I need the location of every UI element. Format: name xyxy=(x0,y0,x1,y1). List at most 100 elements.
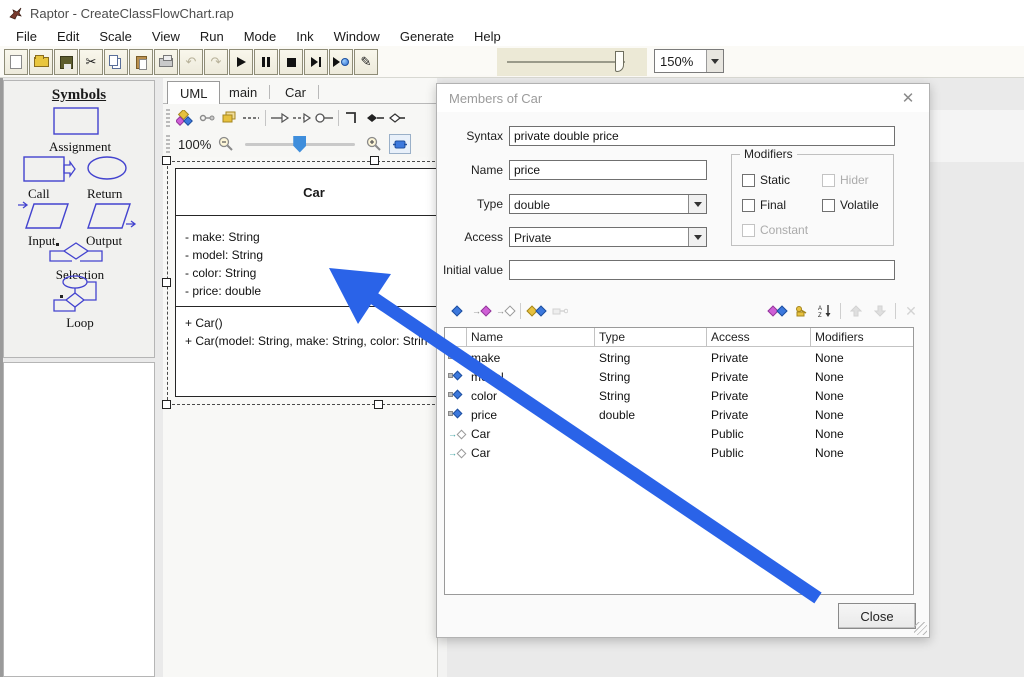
dashes-button[interactable] xyxy=(240,108,262,128)
modifiers-column-header[interactable]: Modifiers xyxy=(811,328,913,347)
canvas-zoom-slider[interactable] xyxy=(245,135,356,153)
type-column-header[interactable]: Type xyxy=(595,328,707,347)
attribute-line: - model: String xyxy=(185,248,264,262)
new-class-button[interactable] xyxy=(174,108,196,128)
constructor-row-icon: → xyxy=(448,448,467,458)
dialog-header[interactable]: Members of Car ✕ xyxy=(437,84,929,112)
loop-symbol[interactable] xyxy=(50,275,100,313)
menu-scale[interactable]: Scale xyxy=(89,27,142,46)
selection-handle-top-left[interactable] xyxy=(162,156,171,165)
type-combobox[interactable]: double xyxy=(509,194,707,214)
selection-handle-bottom-left[interactable] xyxy=(162,400,171,409)
assignment-symbol[interactable] xyxy=(52,106,100,136)
access-combobox[interactable]: Private xyxy=(509,227,707,247)
undo-button[interactable]: ↶ xyxy=(179,49,203,75)
selection-symbol[interactable] xyxy=(48,241,104,265)
selection-handle-top-middle[interactable] xyxy=(370,156,379,165)
save-button[interactable] xyxy=(54,49,78,75)
selection-handle-bottom-middle[interactable] xyxy=(374,400,383,409)
volatile-checkbox[interactable]: Volatile xyxy=(822,198,879,212)
access-column-header[interactable]: Access xyxy=(707,328,811,347)
zoom-in-button[interactable] xyxy=(363,134,385,154)
sort-button[interactable]: A Z xyxy=(813,301,837,321)
menu-view[interactable]: View xyxy=(142,27,190,46)
table-row[interactable]: → Car Public None xyxy=(445,425,913,444)
toolbar-grip[interactable] xyxy=(166,108,170,127)
new-button[interactable] xyxy=(4,49,28,75)
uml-class-box[interactable]: Car - make: String - model: String - col… xyxy=(175,168,453,397)
aggregation-button[interactable] xyxy=(386,108,408,128)
open-button[interactable] xyxy=(29,49,53,75)
scale-slider-track[interactable] xyxy=(507,61,625,63)
stop-button[interactable] xyxy=(279,49,303,75)
resize-grip[interactable] xyxy=(914,622,927,635)
checkbox-icon[interactable] xyxy=(742,173,755,187)
add-method-button[interactable]: → xyxy=(469,301,493,321)
table-row[interactable]: color String Private None xyxy=(445,387,913,406)
association-button[interactable] xyxy=(269,108,291,128)
connector-corner-button[interactable] xyxy=(342,108,364,128)
syntax-input[interactable] xyxy=(509,126,895,146)
table-row[interactable]: model String Private None xyxy=(445,368,913,387)
show-members-button[interactable] xyxy=(765,301,789,321)
canvas-zoom-slider-thumb[interactable] xyxy=(293,135,307,153)
table-row[interactable]: price double Private None xyxy=(445,406,913,425)
toolbar-grip[interactable] xyxy=(166,135,170,153)
input-symbol[interactable] xyxy=(16,199,70,231)
close-button[interactable]: Close xyxy=(838,603,916,629)
menu-file[interactable]: File xyxy=(6,27,47,46)
redo-button[interactable]: ↷ xyxy=(204,49,228,75)
interface-button[interactable] xyxy=(313,108,335,128)
checkbox-icon[interactable] xyxy=(742,198,755,212)
cut-button[interactable]: ✂ xyxy=(79,49,103,75)
composition-button[interactable] xyxy=(364,108,386,128)
tab-car[interactable]: Car xyxy=(273,81,318,104)
edit-class-button[interactable] xyxy=(524,301,548,321)
run-to-breakpoint-button[interactable] xyxy=(329,49,353,75)
print-button[interactable] xyxy=(154,49,178,75)
visibility-button[interactable] xyxy=(789,301,813,321)
menu-help[interactable]: Help xyxy=(464,27,511,46)
call-symbol[interactable] xyxy=(22,154,76,184)
table-row[interactable]: → Car Public None xyxy=(445,444,913,463)
menu-generate[interactable]: Generate xyxy=(390,27,464,46)
dialog-close-button[interactable]: ✕ xyxy=(897,89,919,107)
ink-pen-button[interactable]: ✎ xyxy=(354,49,378,75)
menu-mode[interactable]: Mode xyxy=(234,27,287,46)
fit-to-window-button[interactable] xyxy=(389,134,412,154)
menu-run[interactable]: Run xyxy=(190,27,234,46)
paste-button[interactable] xyxy=(129,49,153,75)
menu-window[interactable]: Window xyxy=(324,27,390,46)
return-symbol[interactable] xyxy=(86,155,128,181)
table-row[interactable]: make String Private None xyxy=(445,349,913,368)
tab-main[interactable]: main xyxy=(217,81,269,104)
access-combobox-dropdown[interactable] xyxy=(688,228,706,246)
name-column-header[interactable]: Name xyxy=(467,328,595,347)
static-checkbox[interactable]: Static xyxy=(742,173,790,187)
menu-ink[interactable]: Ink xyxy=(286,27,323,46)
add-constructor-button[interactable]: → xyxy=(493,301,517,321)
zoom-select-dropdown-button[interactable] xyxy=(706,50,723,72)
final-checkbox[interactable]: Final xyxy=(742,198,786,212)
output-symbol[interactable] xyxy=(84,199,138,231)
zoom-out-button[interactable] xyxy=(215,134,237,154)
name-input[interactable] xyxy=(509,160,707,180)
tab-uml[interactable]: UML xyxy=(167,81,221,105)
dependency-button[interactable] xyxy=(291,108,313,128)
selection-handle-left-middle[interactable] xyxy=(162,278,171,287)
play-button[interactable] xyxy=(229,49,253,75)
checkbox-icon[interactable] xyxy=(822,198,835,212)
step-button[interactable] xyxy=(304,49,328,75)
scale-slider-thumb[interactable] xyxy=(615,51,624,72)
cascade-button[interactable] xyxy=(218,108,240,128)
icon-column-header[interactable] xyxy=(445,328,467,347)
pause-button[interactable] xyxy=(254,49,278,75)
access-combobox-value: Private xyxy=(514,231,552,245)
add-field-button[interactable] xyxy=(445,301,469,321)
menu-edit[interactable]: Edit xyxy=(47,27,89,46)
initial-value-input[interactable] xyxy=(509,260,895,280)
copy-button[interactable] xyxy=(104,49,128,75)
zoom-select[interactable]: 150% xyxy=(654,49,724,73)
type-combobox-dropdown[interactable] xyxy=(688,195,706,213)
link-button[interactable] xyxy=(196,108,218,128)
